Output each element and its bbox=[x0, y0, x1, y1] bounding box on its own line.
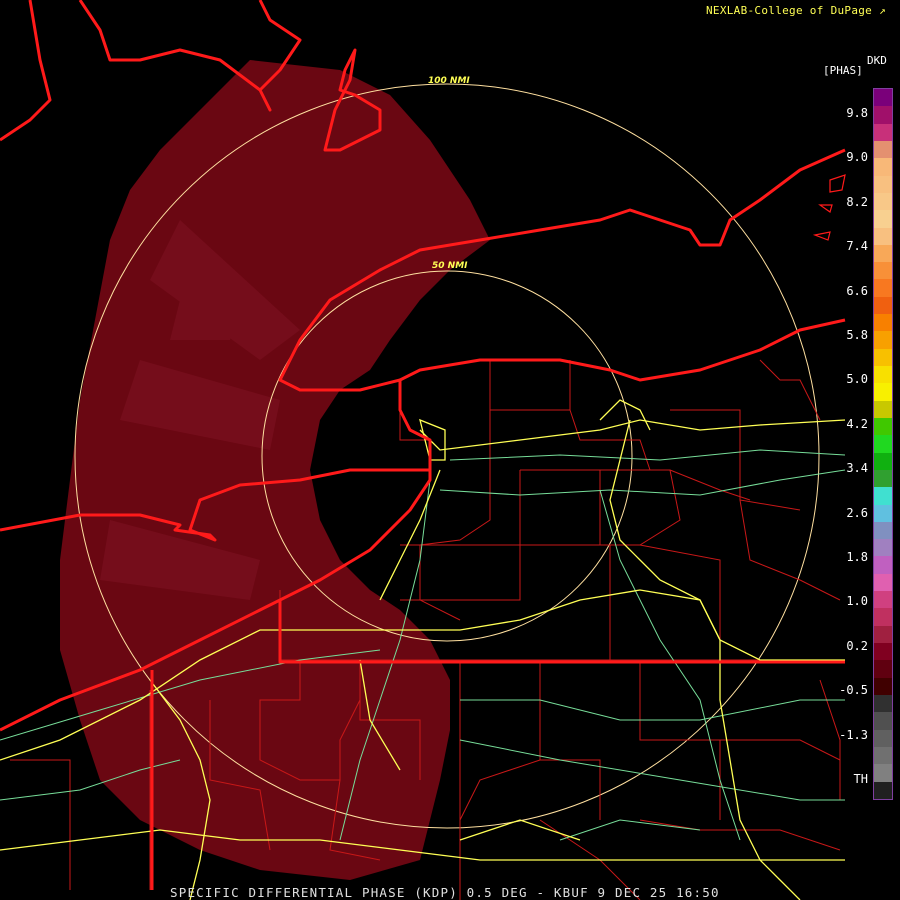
color-scale-swatch bbox=[874, 435, 892, 453]
color-scale-swatch bbox=[874, 556, 892, 574]
color-scale-tick-label: 5.0 bbox=[846, 372, 868, 387]
color-scale-swatch bbox=[874, 244, 892, 263]
color-scale-tick-label: 2.6 bbox=[846, 505, 868, 520]
color-scale-swatch bbox=[874, 643, 892, 661]
color-scale-swatch bbox=[874, 279, 892, 297]
product-unit: [PHAS] bbox=[823, 64, 863, 77]
color-scale-tick-label: -0.5 bbox=[839, 683, 868, 698]
product-caption: SPECIFIC DIFFERENTIAL PHASE (KDP) 0.5 DE… bbox=[170, 885, 720, 900]
color-scale-swatch bbox=[874, 729, 892, 747]
color-scale-swatch bbox=[874, 712, 892, 730]
credit-text: NEXLAB-College of DuPage bbox=[705, 4, 873, 17]
color-scale-swatch bbox=[874, 504, 892, 522]
color-scale-tick-label: 5.8 bbox=[846, 328, 868, 342]
color-scale-swatch bbox=[874, 175, 892, 193]
color-scale-swatch bbox=[874, 140, 892, 159]
color-scale-swatch bbox=[874, 366, 892, 384]
color-scale-swatch bbox=[874, 487, 892, 505]
credit-header[interactable]: NEXLAB-College of DuPage ↗ bbox=[706, 4, 886, 17]
color-scale-tick-label: -1.3 bbox=[839, 727, 868, 742]
color-scale-swatch bbox=[874, 348, 892, 366]
color-scale-swatch bbox=[874, 591, 892, 609]
color-scale-swatch bbox=[874, 677, 892, 695]
color-scale-swatch bbox=[874, 417, 892, 436]
ring-label-50: 50 NMI bbox=[432, 261, 468, 271]
external-link-icon[interactable]: ↗ bbox=[879, 4, 886, 17]
color-scale-swatch bbox=[874, 331, 892, 349]
color-scale-swatch bbox=[874, 660, 892, 678]
color-scale-swatch bbox=[874, 89, 892, 107]
color-scale-swatch bbox=[874, 573, 892, 592]
color-scale-swatch bbox=[874, 539, 892, 557]
color-scale-bar bbox=[873, 88, 893, 800]
color-scale-swatch bbox=[874, 158, 892, 176]
color-scale-swatch bbox=[874, 123, 892, 141]
color-scale-tick-label: TH bbox=[853, 772, 868, 786]
product-code: DKD bbox=[867, 54, 887, 67]
color-scale-swatch bbox=[874, 521, 892, 540]
color-scale-tick-label: 1.0 bbox=[846, 594, 868, 609]
color-scale-swatch bbox=[874, 625, 892, 643]
color-scale-swatch bbox=[874, 694, 892, 713]
color-scale-tick-label: 8.2 bbox=[846, 194, 868, 209]
color-scale-tick-label: 9.0 bbox=[846, 150, 868, 165]
ring-label-100: 100 NMI bbox=[428, 76, 470, 86]
color-scale-tick-label: 0.2 bbox=[846, 638, 868, 653]
color-scale-swatch bbox=[874, 314, 892, 332]
color-scale-tick-label: 6.6 bbox=[846, 283, 868, 298]
color-scale-swatch bbox=[874, 764, 892, 782]
color-scale-swatch bbox=[874, 192, 892, 211]
color-scale-tick-label: 3.4 bbox=[846, 461, 868, 476]
color-scale-swatch bbox=[874, 383, 892, 401]
islands bbox=[812, 174, 846, 241]
color-scale-swatch bbox=[874, 608, 892, 626]
color-scale-tick-label: 4.2 bbox=[846, 416, 868, 431]
color-scale-swatch bbox=[874, 296, 892, 315]
color-scale-tick-label: 9.8 bbox=[846, 106, 868, 120]
color-scale-swatch bbox=[874, 746, 892, 765]
color-scale-tick-label: 1.8 bbox=[846, 550, 868, 564]
color-scale-swatch bbox=[874, 210, 892, 228]
color-scale-swatch bbox=[874, 781, 892, 799]
color-scale-swatch bbox=[874, 262, 892, 280]
color-scale-swatch bbox=[874, 106, 892, 124]
color-scale-swatch bbox=[874, 227, 892, 245]
color-scale-swatch bbox=[874, 469, 892, 488]
color-scale-swatch bbox=[874, 452, 892, 470]
color-scale-tick-label: 7.4 bbox=[846, 239, 868, 254]
radar-map[interactable]: 100 NMI 50 NMI bbox=[0, 0, 900, 900]
color-scale-swatch bbox=[874, 400, 892, 418]
